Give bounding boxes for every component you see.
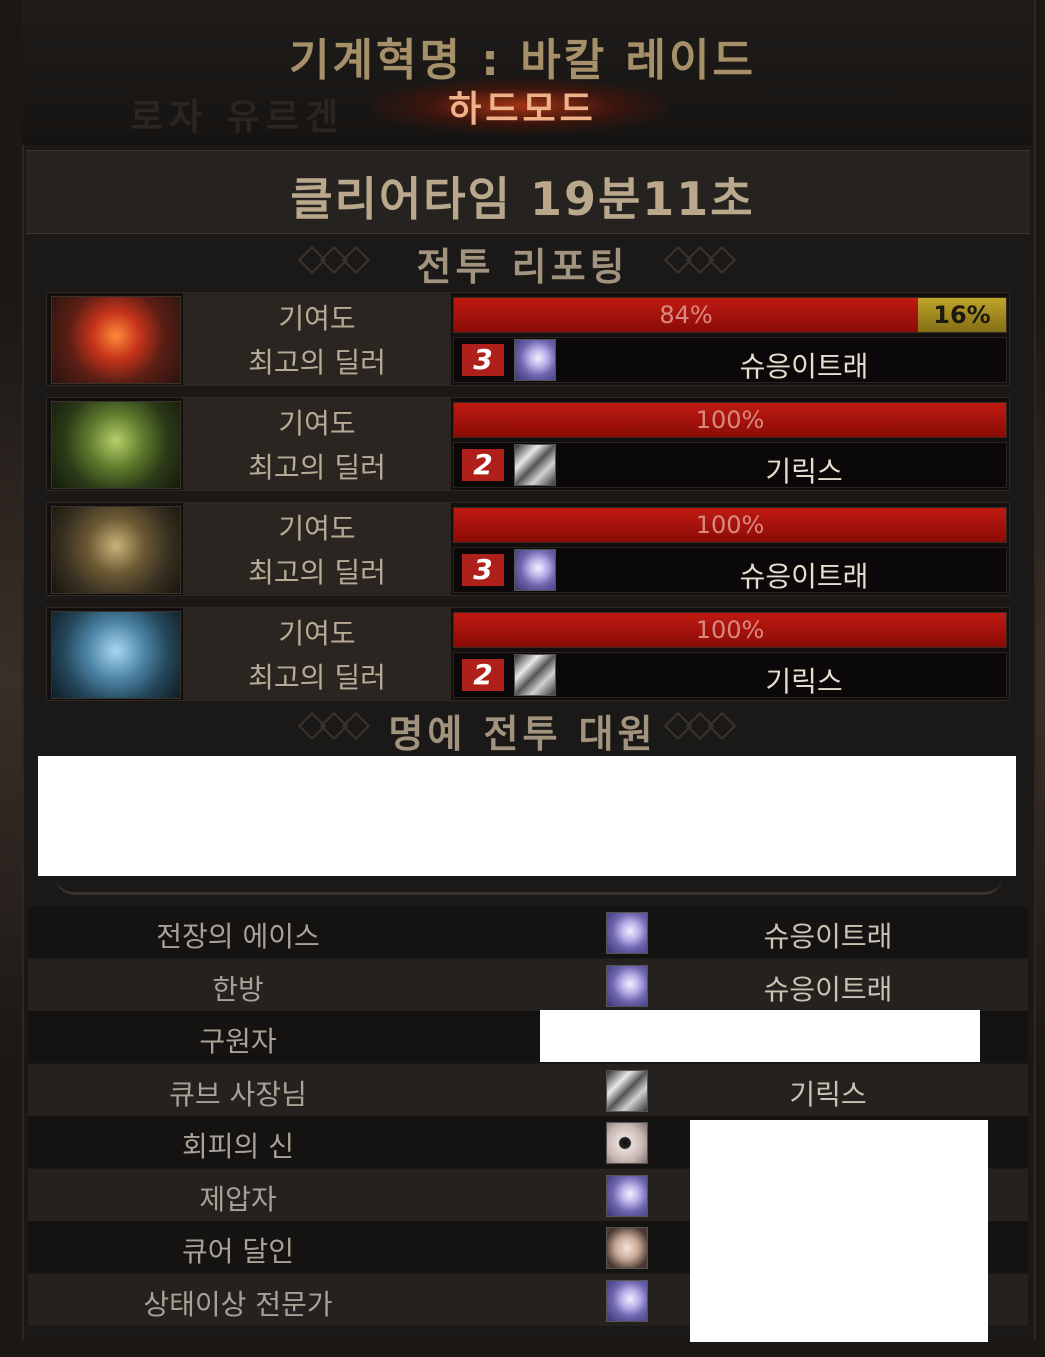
redacted-honor-members [38,756,1016,876]
moon-class-icon [606,1174,648,1217]
face-class-icon [606,1227,648,1269]
party-row: 기여도최고의 딜러 84% 16% 3 슈응이트래 [46,292,1010,386]
award-player-name: 기릭스 [789,1077,867,1111]
contribution-bar: 100% [453,402,1007,438]
contribution-percent: 16% [933,301,991,329]
top-dealer-cell: 2 기릭스 [453,442,1007,488]
top-dealer-name: 슈응이트래 [739,560,869,593]
gold-crest-icon [51,506,181,594]
contribution-fill-gold: 16% [918,298,1006,332]
rank-badge: 3 [462,344,504,376]
party-label-column: 기여도최고의 딜러 [183,293,451,385]
top-dealer-label: 최고의 딜러 [248,346,386,379]
moon-class-icon [514,339,556,381]
award-label: 구원자 [199,1025,277,1058]
award-label: 제압자 [199,1182,277,1216]
raid-mode-label: 하드모드 [448,89,597,130]
top-dealer-cell: 3 슈응이트래 [453,547,1007,593]
eye-class-icon [606,1122,648,1164]
contribution-label: 기여도 [278,302,356,335]
party-label-column: 기여도최고의 딜러 [183,503,451,595]
contribution-label: 기여도 [278,512,356,545]
contribution-fill-red: 100% [454,508,1006,542]
top-dealer-label: 최고의 딜러 [248,451,386,484]
top-dealer-name: 기릭스 [765,665,843,698]
award-row: 한방 슈응이트래 [28,958,1028,1011]
blade-class-icon [514,654,556,696]
contribution-bar: 100% [453,507,1007,543]
top-dealer-label: 최고의 딜러 [248,556,386,589]
redacted-award-names [690,1120,988,1342]
contribution-label: 기여도 [278,617,356,650]
award-label: 전장의 에이스 [156,920,320,953]
right-ornament-icon [663,245,758,275]
fire-crest-icon [51,296,181,384]
blade-class-icon [606,1069,648,1112]
top-dealer-cell: 3 슈응이트래 [453,337,1007,383]
rank-badge: 2 [462,659,504,691]
clear-time: 클리어타임 19분11초 [290,172,755,226]
contribution-fill-red: 100% [454,403,1006,437]
blade-class-icon [514,444,556,486]
award-row: 큐브 사장님 기릭스 [28,1063,1028,1116]
battle-report-title: 전투 리포팅 [416,245,629,289]
party-label-column: 기여도최고의 딜러 [183,608,451,700]
party-label-column: 기여도최고의 딜러 [183,398,451,490]
award-player-name: 슈응이트래 [763,920,893,953]
redacted-savior-name [540,1010,980,1062]
party-row: 기여도최고의 딜러 100% 2 기릭스 [46,607,1010,701]
contribution-bar: 84% 16% [453,297,1007,333]
top-dealer-cell: 2 기릭스 [453,652,1007,698]
moon-class-icon [606,1279,648,1322]
contribution-percent: 100% [695,406,765,434]
award-label: 큐브 사장님 [169,1077,307,1111]
moon-class-icon [514,549,556,591]
contribution-label: 기여도 [278,407,356,440]
rank-badge: 2 [462,449,504,481]
rank-badge: 3 [462,554,504,586]
contribution-bar: 100% [453,612,1007,648]
party-row: 기여도최고의 딜러 100% 2 기릭스 [46,397,1010,491]
top-dealer-name: 슈응이트래 [739,350,869,383]
right-ornament-icon [663,711,758,741]
blue-crest-icon [51,611,181,699]
contribution-percent: 100% [695,616,765,644]
top-dealer-name: 기릭스 [765,455,843,488]
award-label: 큐어 달인 [182,1235,294,1268]
contribution-fill-red: 84% [454,298,918,332]
party-row: 기여도최고의 딜러 100% 3 슈응이트래 [46,502,1010,596]
moon-class-icon [606,912,648,954]
award-label: 회피의 신 [182,1130,294,1163]
contribution-fill-red: 100% [454,613,1006,647]
moon-class-icon [606,964,648,1007]
contribution-percent: 100% [695,511,765,539]
green-crest-icon [51,401,181,489]
honor-title: 명예 전투 대원 [388,712,657,756]
contribution-percent: 84% [659,301,713,329]
top-dealer-label: 최고의 딜러 [248,661,386,694]
award-label: 상태이상 전문가 [143,1287,333,1321]
award-row: 전장의 에이스 슈응이트래 [28,906,1028,958]
award-label: 한방 [212,972,264,1006]
award-player-name: 슈응이트래 [763,972,893,1006]
